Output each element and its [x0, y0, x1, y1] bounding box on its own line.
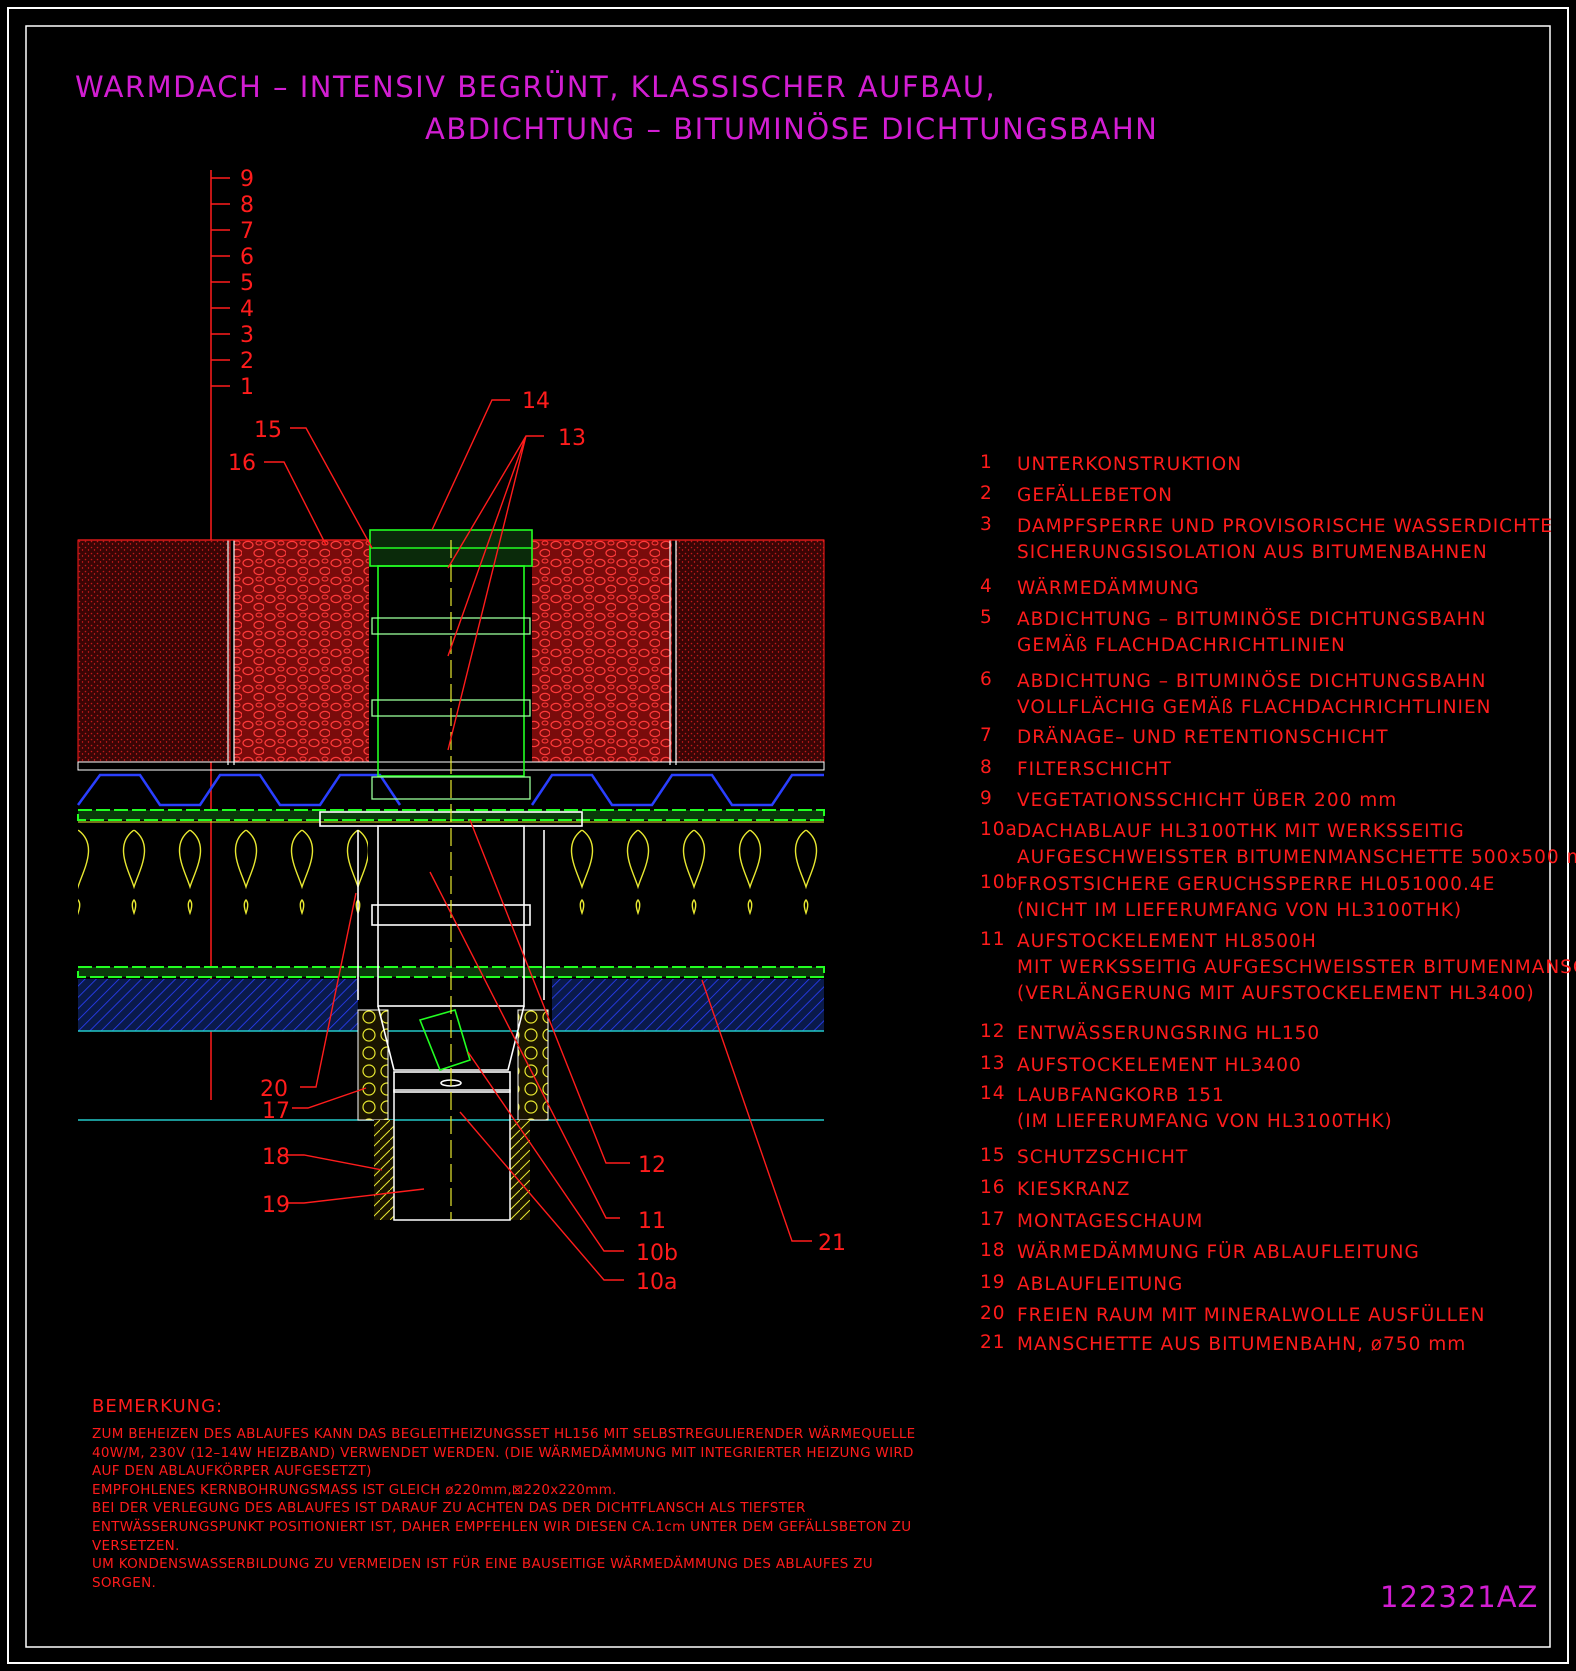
- legend-text: ENTWÄSSERUNGSRING HL150: [1017, 1023, 1321, 1044]
- title-line-1: WARMDACH – INTENSIV BEGRÜNT, KLASSISCHER…: [75, 70, 997, 104]
- callout: 15: [254, 418, 282, 443]
- callout: 16: [228, 451, 256, 476]
- legend-number: 5: [980, 607, 993, 628]
- legend-number: 10a: [980, 819, 1018, 840]
- callout: 18: [262, 1145, 290, 1170]
- legend-number: 13: [980, 1053, 1006, 1074]
- legend-text: DRÄNAGE– UND RETENTIONSCHICHT: [1017, 727, 1389, 748]
- legend-number: 6: [980, 669, 993, 690]
- callout: 17: [262, 1099, 290, 1124]
- scale-num: 6: [240, 245, 254, 270]
- scale-num: 4: [240, 297, 254, 322]
- legend-text: KIESKRANZ: [1017, 1179, 1131, 1200]
- legend-text: WÄRMEDÄMMUNG FÜR ABLAUFLEITUNG: [1017, 1242, 1420, 1263]
- legend-number: 4: [980, 576, 993, 597]
- scale-num: 7: [240, 219, 254, 244]
- legend-number: 14: [980, 1083, 1006, 1104]
- legend-text: SCHUTZSCHICHT: [1017, 1147, 1189, 1168]
- legend-text: VEGETATIONSSCHICHT ÜBER 200 mm: [1017, 790, 1398, 811]
- callout: 10a: [636, 1270, 677, 1295]
- legend-number: 21: [980, 1332, 1006, 1353]
- legend-text: ABDICHTUNG – BITUMINÖSE DICHTUNGSBAHN GE…: [1017, 609, 1487, 656]
- legend-text: AUFSTOCKELEMENT HL3400: [1017, 1055, 1302, 1076]
- legend-number: 17: [980, 1209, 1006, 1230]
- remark-heading: BEMERKUNG:: [92, 1396, 224, 1417]
- legend-text: ABLAUFLEITUNG: [1017, 1274, 1184, 1295]
- scale-num: 1: [240, 375, 254, 400]
- scale-num: 3: [240, 323, 254, 348]
- scale-num: 5: [240, 271, 254, 296]
- legend-text: FILTERSCHICHT: [1017, 759, 1172, 780]
- legend-text: UNTERKONSTRUKTION: [1017, 454, 1243, 475]
- callout: 12: [638, 1153, 666, 1178]
- callout: 10b: [636, 1241, 678, 1266]
- callout: 21: [818, 1231, 846, 1256]
- remark-body: ZUM BEHEIZEN DES ABLAUFES KANN DAS BEGLE…: [92, 1426, 916, 1591]
- legend-number: 2: [980, 483, 993, 504]
- legend-text: MONTAGESCHAUM: [1017, 1211, 1204, 1232]
- scale-num: 9: [240, 167, 254, 192]
- legend-number: 3: [980, 514, 993, 535]
- legend-number: 7: [980, 725, 993, 746]
- legend-text: ABDICHTUNG – BITUMINÖSE DICHTUNGSBAHN VO…: [1017, 671, 1492, 718]
- legend-number: 15: [980, 1145, 1006, 1166]
- legend-number: 16: [980, 1177, 1006, 1198]
- callout: 11: [638, 1209, 666, 1234]
- legend-number: 1: [980, 452, 993, 473]
- legend-text: DACHABLAUF HL3100THK MIT WERKSSEITIG AUF…: [1017, 821, 1576, 868]
- legend-text: AUFSTOCKELEMENT HL8500H MIT WERKSSEITIG …: [1017, 931, 1576, 1004]
- legend-number: 18: [980, 1240, 1006, 1261]
- legend-text: MANSCHETTE AUS BITUMENBAHN, ø750 mm: [1017, 1334, 1467, 1355]
- legend-number: 20: [980, 1303, 1006, 1324]
- legend-text: FROSTSICHERE GERUCHSSPERRE HL051000.4E (…: [1017, 874, 1496, 921]
- scale-num: 8: [240, 193, 254, 218]
- legend-text: FREIEN RAUM MIT MINERALWOLLE AUSFÜLLEN: [1017, 1305, 1486, 1326]
- legend-text: LAUBFANGKORB 151 (IM LIEFERUMFANG VON HL…: [1017, 1085, 1393, 1132]
- legend-text: WÄRMEDÄMMUNG: [1017, 578, 1200, 599]
- callout: 19: [262, 1193, 290, 1218]
- title-line-2: ABDICHTUNG – BITUMINÖSE DICHTUNGSBAHN: [425, 112, 1159, 146]
- legend-number: 10b: [980, 872, 1019, 893]
- legend-number: 9: [980, 788, 993, 809]
- legend-number: 11: [980, 929, 1006, 950]
- legend-text: GEFÄLLEBETON: [1017, 485, 1174, 506]
- legend-number: 12: [980, 1021, 1006, 1042]
- callout: 13: [558, 426, 586, 451]
- legend-text: DAMPFSPERRE UND PROVISORISCHE WASSERDICH…: [1017, 516, 1553, 563]
- drawing-number: 122321AZ: [1380, 1580, 1539, 1614]
- callout: 14: [522, 389, 550, 414]
- legend-number: 19: [980, 1272, 1006, 1293]
- legend-number: 8: [980, 757, 993, 778]
- scale-num: 2: [240, 349, 254, 374]
